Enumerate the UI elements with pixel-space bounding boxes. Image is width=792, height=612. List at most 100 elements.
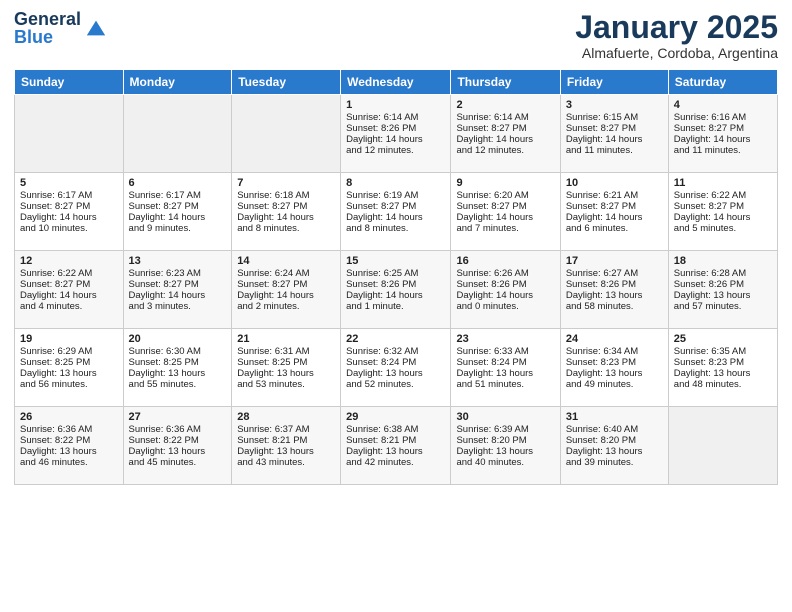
day-info: and 45 minutes. [129, 457, 227, 468]
day-number: 10 [566, 177, 663, 189]
day-number: 31 [566, 411, 663, 423]
day-number: 12 [20, 255, 118, 267]
day-info: and 42 minutes. [346, 457, 445, 468]
calendar-week-row: 1Sunrise: 6:14 AMSunset: 8:26 PMDaylight… [15, 95, 778, 173]
day-number: 26 [20, 411, 118, 423]
calendar-cell: 12Sunrise: 6:22 AMSunset: 8:27 PMDayligh… [15, 251, 124, 329]
day-info: Sunset: 8:22 PM [20, 435, 118, 446]
day-info: Daylight: 13 hours [20, 446, 118, 457]
day-info: and 0 minutes. [456, 301, 554, 312]
day-info: Daylight: 13 hours [674, 290, 772, 301]
day-number: 17 [566, 255, 663, 267]
calendar-week-row: 12Sunrise: 6:22 AMSunset: 8:27 PMDayligh… [15, 251, 778, 329]
day-info: Sunset: 8:25 PM [20, 357, 118, 368]
day-number: 1 [346, 99, 445, 111]
header-saturday: Saturday [668, 70, 777, 95]
day-info: Daylight: 13 hours [566, 290, 663, 301]
day-info: Sunrise: 6:14 AM [346, 112, 445, 123]
day-info: and 49 minutes. [566, 379, 663, 390]
day-info: Sunrise: 6:32 AM [346, 346, 445, 357]
day-info: Sunrise: 6:17 AM [129, 190, 227, 201]
day-info: Daylight: 14 hours [456, 290, 554, 301]
day-info: Daylight: 14 hours [346, 134, 445, 145]
day-info: and 56 minutes. [20, 379, 118, 390]
day-number: 21 [237, 333, 335, 345]
day-info: Sunrise: 6:38 AM [346, 424, 445, 435]
day-info: Sunset: 8:27 PM [237, 279, 335, 290]
day-info: and 10 minutes. [20, 223, 118, 234]
day-number: 7 [237, 177, 335, 189]
day-number: 2 [456, 99, 554, 111]
calendar-cell: 8Sunrise: 6:19 AMSunset: 8:27 PMDaylight… [341, 173, 451, 251]
day-number: 3 [566, 99, 663, 111]
day-info: Sunrise: 6:28 AM [674, 268, 772, 279]
day-info: Daylight: 14 hours [566, 212, 663, 223]
calendar-cell: 22Sunrise: 6:32 AMSunset: 8:24 PMDayligh… [341, 329, 451, 407]
calendar-cell: 9Sunrise: 6:20 AMSunset: 8:27 PMDaylight… [451, 173, 560, 251]
day-info: and 43 minutes. [237, 457, 335, 468]
calendar-cell: 13Sunrise: 6:23 AMSunset: 8:27 PMDayligh… [123, 251, 232, 329]
day-number: 4 [674, 99, 772, 111]
day-info: Daylight: 14 hours [237, 290, 335, 301]
calendar-table: Sunday Monday Tuesday Wednesday Thursday… [14, 69, 778, 485]
day-number: 20 [129, 333, 227, 345]
day-info: Daylight: 14 hours [237, 212, 335, 223]
day-info: Sunset: 8:24 PM [456, 357, 554, 368]
calendar-cell [668, 407, 777, 485]
day-info: Daylight: 13 hours [129, 446, 227, 457]
day-info: Daylight: 14 hours [20, 212, 118, 223]
calendar-week-row: 5Sunrise: 6:17 AMSunset: 8:27 PMDaylight… [15, 173, 778, 251]
calendar-cell: 30Sunrise: 6:39 AMSunset: 8:20 PMDayligh… [451, 407, 560, 485]
day-number: 22 [346, 333, 445, 345]
calendar-cell: 3Sunrise: 6:15 AMSunset: 8:27 PMDaylight… [560, 95, 668, 173]
day-info: Daylight: 13 hours [346, 446, 445, 457]
day-info: Sunrise: 6:40 AM [566, 424, 663, 435]
calendar-cell [123, 95, 232, 173]
day-info: Sunset: 8:20 PM [456, 435, 554, 446]
day-number: 24 [566, 333, 663, 345]
day-info: Daylight: 14 hours [456, 212, 554, 223]
logo-blue: Blue [14, 28, 81, 46]
header-friday: Friday [560, 70, 668, 95]
day-info: Sunrise: 6:15 AM [566, 112, 663, 123]
day-info: Sunrise: 6:34 AM [566, 346, 663, 357]
day-info: Daylight: 13 hours [129, 368, 227, 379]
day-info: and 1 minute. [346, 301, 445, 312]
calendar-cell [15, 95, 124, 173]
day-info: Daylight: 14 hours [674, 212, 772, 223]
day-info: Daylight: 14 hours [674, 134, 772, 145]
day-info: and 11 minutes. [566, 145, 663, 156]
day-info: Sunset: 8:26 PM [674, 279, 772, 290]
calendar-cell: 1Sunrise: 6:14 AMSunset: 8:26 PMDaylight… [341, 95, 451, 173]
day-info: Sunrise: 6:27 AM [566, 268, 663, 279]
day-number: 18 [674, 255, 772, 267]
day-info: Sunset: 8:23 PM [674, 357, 772, 368]
day-info: Sunset: 8:27 PM [674, 123, 772, 134]
day-info: Sunset: 8:26 PM [566, 279, 663, 290]
day-info: Sunset: 8:27 PM [456, 201, 554, 212]
header-monday: Monday [123, 70, 232, 95]
calendar-cell: 6Sunrise: 6:17 AMSunset: 8:27 PMDaylight… [123, 173, 232, 251]
day-info: and 8 minutes. [346, 223, 445, 234]
day-info: Sunset: 8:23 PM [566, 357, 663, 368]
calendar-cell: 7Sunrise: 6:18 AMSunset: 8:27 PMDaylight… [232, 173, 341, 251]
day-info: and 57 minutes. [674, 301, 772, 312]
day-number: 25 [674, 333, 772, 345]
calendar-cell: 11Sunrise: 6:22 AMSunset: 8:27 PMDayligh… [668, 173, 777, 251]
day-number: 23 [456, 333, 554, 345]
calendar-cell: 17Sunrise: 6:27 AMSunset: 8:26 PMDayligh… [560, 251, 668, 329]
day-info: and 40 minutes. [456, 457, 554, 468]
day-info: Sunset: 8:27 PM [566, 201, 663, 212]
calendar-cell: 29Sunrise: 6:38 AMSunset: 8:21 PMDayligh… [341, 407, 451, 485]
day-info: Sunset: 8:25 PM [237, 357, 335, 368]
day-info: and 52 minutes. [346, 379, 445, 390]
day-info: Daylight: 14 hours [346, 290, 445, 301]
day-info: Sunrise: 6:18 AM [237, 190, 335, 201]
header-sunday: Sunday [15, 70, 124, 95]
day-info: Sunset: 8:20 PM [566, 435, 663, 446]
day-info: Sunrise: 6:25 AM [346, 268, 445, 279]
day-info: Sunrise: 6:37 AM [237, 424, 335, 435]
calendar-week-row: 19Sunrise: 6:29 AMSunset: 8:25 PMDayligh… [15, 329, 778, 407]
day-number: 30 [456, 411, 554, 423]
day-info: Sunset: 8:27 PM [456, 123, 554, 134]
